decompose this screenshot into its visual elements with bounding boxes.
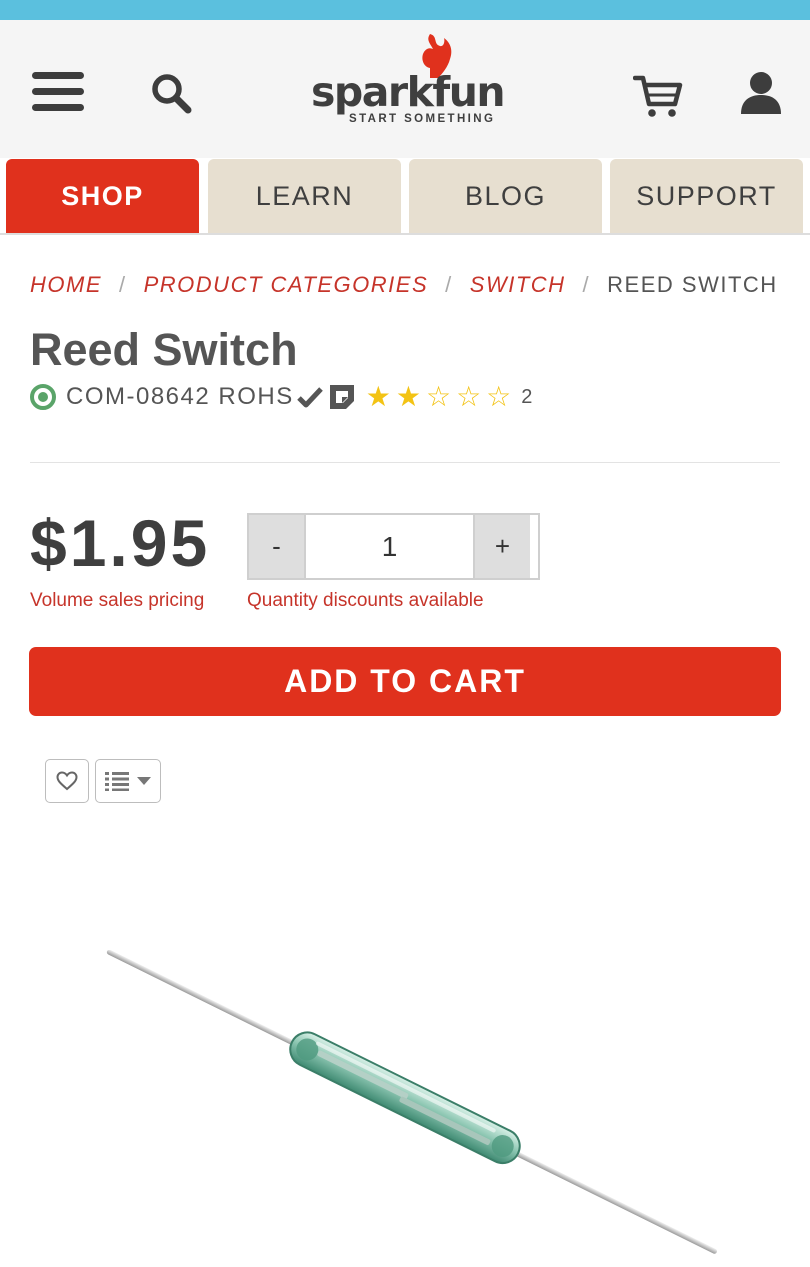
- product-image[interactable]: [60, 950, 760, 1260]
- star-empty-icon: ☆: [456, 381, 482, 412]
- heart-icon: [56, 771, 78, 791]
- breadcrumb-product-categories[interactable]: PRODUCT CATEGORIES: [144, 272, 429, 297]
- tab-label: LEARN: [255, 180, 354, 211]
- search-icon[interactable]: [150, 72, 194, 116]
- top-accent-strip: [0, 0, 810, 20]
- in-stock-icon: [30, 384, 56, 410]
- account-icon[interactable]: [738, 70, 784, 116]
- breadcrumb: HOME / PRODUCT CATEGORIES / SWITCH / REED SWIT…: [30, 272, 778, 298]
- tab-support[interactable]: SUPPORT: [610, 159, 803, 233]
- cart-icon[interactable]: [632, 74, 683, 118]
- caret-down-icon: [137, 777, 151, 785]
- breadcrumb-separator: /: [582, 272, 591, 297]
- breadcrumb-home[interactable]: HOME: [30, 272, 102, 297]
- tab-blog[interactable]: BLOG: [409, 159, 602, 233]
- product-price: $1.95: [30, 506, 211, 580]
- main-nav-tabs: SHOP LEARN BLOG SUPPORT: [0, 158, 810, 235]
- tab-label: SUPPORT: [636, 180, 777, 211]
- rating-stars[interactable]: ★ ★ ☆ ☆ ☆: [366, 383, 512, 411]
- add-to-list-dropdown[interactable]: [95, 759, 161, 803]
- datasheet-icon[interactable]: [328, 383, 356, 411]
- product-sku: COM-08642 ROHS: [66, 383, 294, 410]
- breadcrumb-current: REED SWITCH: [607, 272, 778, 297]
- quantity-increment-button[interactable]: +: [475, 515, 530, 578]
- breadcrumb-separator: /: [445, 272, 453, 297]
- volume-pricing-link[interactable]: Volume sales pricing: [30, 590, 204, 612]
- tab-shop[interactable]: SHOP: [6, 159, 199, 233]
- star-filled-icon: ★: [395, 381, 421, 412]
- product-meta: COM-08642 ROHS ★ ★ ☆ ☆ ☆ 2: [30, 380, 532, 414]
- star-filled-icon: ★: [365, 381, 391, 412]
- logo-wordmark: sparkfun: [311, 68, 506, 116]
- tab-label: SHOP: [61, 180, 144, 211]
- quantity-decrement-button[interactable]: -: [249, 515, 304, 578]
- logo-tagline: START SOMETHING: [349, 113, 496, 125]
- list-icon: [105, 772, 129, 791]
- breadcrumb-switch[interactable]: SWITCH: [470, 272, 566, 297]
- section-divider: [30, 462, 780, 463]
- menu-icon[interactable]: [32, 72, 86, 112]
- tab-learn[interactable]: LEARN: [208, 159, 401, 233]
- tab-label: BLOG: [464, 180, 547, 211]
- quantity-discounts-link[interactable]: Quantity discounts available: [247, 590, 484, 612]
- review-count[interactable]: 2: [521, 386, 532, 409]
- quantity-input[interactable]: [304, 515, 475, 578]
- star-empty-icon: ☆: [486, 381, 512, 412]
- add-to-cart-button[interactable]: ADD TO CART: [29, 647, 781, 716]
- sparkfun-logo[interactable]: sparkfun START SOMETHING: [311, 32, 506, 128]
- quantity-stepper: - +: [247, 513, 540, 580]
- breadcrumb-separator: /: [119, 272, 127, 297]
- wishlist-button[interactable]: [45, 759, 89, 803]
- star-empty-icon: ☆: [425, 381, 452, 412]
- rohs-check-icon: [296, 387, 323, 408]
- product-title: Reed Switch: [30, 324, 298, 375]
